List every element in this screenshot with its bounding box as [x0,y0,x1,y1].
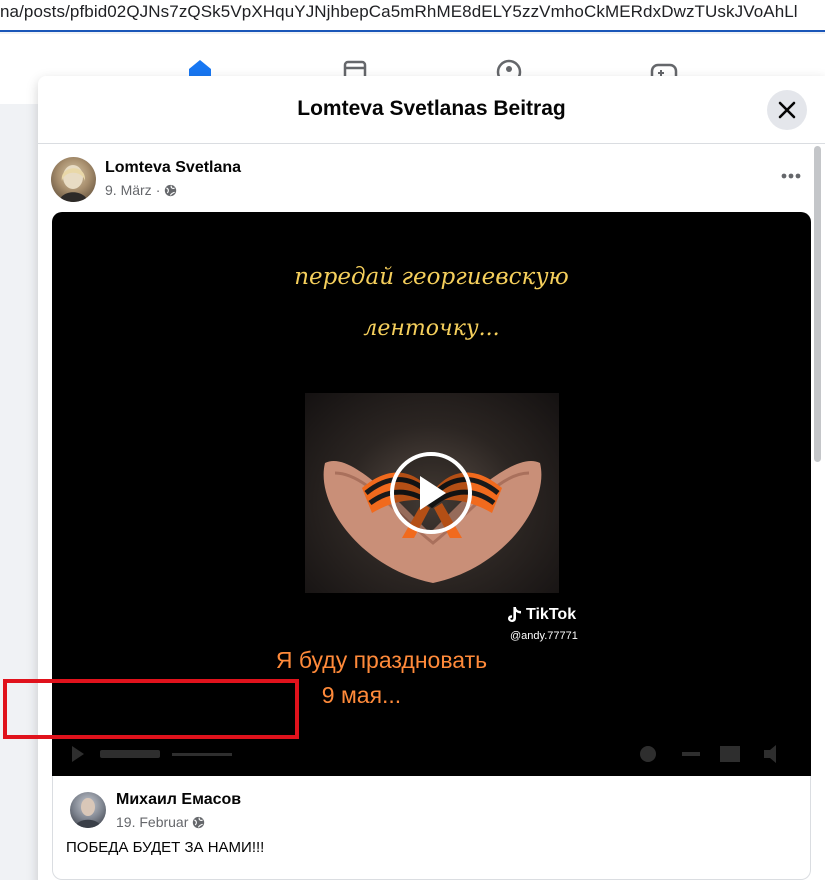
comment-date[interactable]: 19. Februar [116,814,188,830]
post-author[interactable]: Lomteva Svetlana [105,159,241,177]
video-text-line3: Я буду праздновать [275,647,488,673]
globe-icon [165,184,177,196]
tiktok-brand: TikTok [526,606,577,623]
commenter-avatar[interactable] [70,792,106,828]
post-card: Lomteva Svetlana 9. März · передай георг… [38,144,811,880]
close-button[interactable] [767,90,807,130]
close-icon [778,101,796,119]
comment-text: ПОБЕДА БУДЕТ ЗА НАМИ!!! [66,839,265,856]
globe-icon [193,816,205,828]
video-text-line1: передай георгиевскую [294,264,569,290]
tiktok-watermark: TikTok [507,606,576,624]
address-bar[interactable]: na/posts/pfbid02QJNs7zQSk5VpXHquYJNjhbep… [0,0,825,32]
post-date[interactable]: 9. März [105,182,152,198]
author-avatar[interactable] [51,157,96,202]
page-background [0,104,38,880]
meta-separator: · [155,182,161,198]
comment-meta: 19. Februar [116,814,205,830]
post-modal: Lomteva Svetlanas Beitrag Lomteva Svetla… [38,76,825,880]
more-horizontal-icon[interactable] [775,168,807,184]
video-text-line2: ленточку... [363,316,500,341]
play-icon [420,476,446,510]
scrollbar-thumb[interactable] [814,146,821,462]
play-button[interactable] [390,452,472,534]
post-meta: 9. März · [105,182,177,198]
tiktok-username: @andy.77771 [510,630,578,642]
commenter-name[interactable]: Михаил Емасов [116,791,241,809]
tiktok-icon [508,607,521,622]
modal-header: Lomteva Svetlanas Beitrag [38,76,825,144]
modal-title: Lomteva Svetlanas Beitrag [297,97,566,120]
highlight-annotation-box [3,679,299,739]
url-text[interactable]: na/posts/pfbid02QJNs7zQSk5VpXHquYJNjhbep… [0,2,798,22]
